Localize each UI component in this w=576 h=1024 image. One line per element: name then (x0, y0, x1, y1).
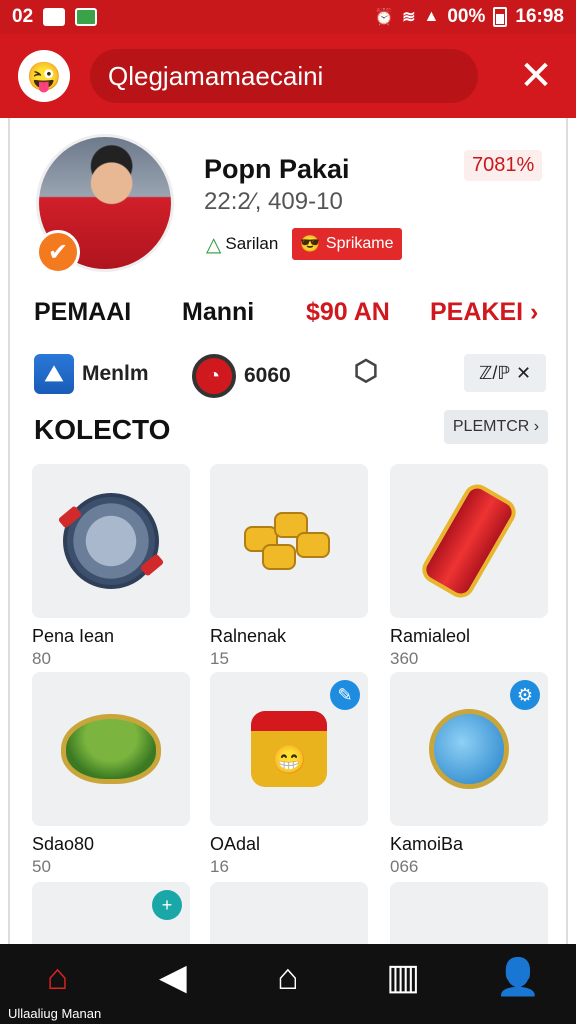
warning-triangle-icon: △ (206, 233, 222, 256)
card-name: KamoiBa (390, 834, 464, 854)
collection-card[interactable] (210, 882, 368, 944)
collection-card[interactable]: Sdao80 50 (32, 672, 190, 877)
status-left-text: 02 (12, 6, 34, 27)
card-image (32, 672, 190, 826)
cube-item[interactable]: ⬡ (350, 354, 382, 386)
edit-icon[interactable]: ✎ (330, 680, 360, 710)
card-count: 50 (32, 857, 51, 876)
cube-icon: ⬡ (353, 354, 379, 386)
collection-card[interactable]: Pena Iean 80 (32, 464, 190, 669)
dial-icon: ◔ (192, 354, 236, 398)
collection-title: KOLECTO (34, 414, 171, 445)
wifi-icon: ≋ (402, 9, 416, 26)
notification-icon (43, 8, 66, 26)
battery-percent: 00% (447, 6, 486, 27)
player-name: Popn Pakai (204, 154, 350, 184)
nav-explore[interactable]: ◀ (143, 951, 203, 1003)
alarm-icon: ⏰ (374, 9, 395, 26)
card-image (210, 464, 368, 618)
nav-shop[interactable]: ⌂ (258, 951, 318, 1003)
status-bar: 02 ⏰ ≋ ▲ 00% 16:98 (0, 0, 576, 34)
search-bar[interactable] (90, 49, 478, 103)
collection-card[interactable]: ⚙ KamoiBa 066 (390, 672, 548, 877)
card-image (390, 464, 548, 618)
nav-collection[interactable]: ▥ (373, 951, 433, 1003)
collection-card[interactable]: 😁 ✎ OAdal 16 (210, 672, 368, 877)
stat-manni[interactable]: Manni (182, 298, 254, 327)
card-count: 360 (390, 649, 419, 668)
mascot-icon: 😁 (251, 711, 327, 787)
card-name: OAdal (210, 834, 261, 854)
collection-card[interactable] (390, 882, 548, 944)
mascot-icon: 😎 (300, 236, 320, 253)
nav-profile[interactable]: 👤 (488, 951, 548, 1003)
card-image: + (32, 882, 190, 944)
add-icon[interactable]: + (152, 890, 182, 920)
close-icon: ✕ (519, 54, 553, 98)
card-image: 😁 ✎ (210, 672, 368, 826)
nav-home[interactable]: ⌂ (28, 951, 88, 1003)
card-count: 066 (390, 857, 419, 876)
action-label: ℤ/ℙ (478, 362, 510, 383)
collection-card[interactable]: Ralnenak 15 (210, 464, 368, 669)
card-image: ⚙ (390, 672, 548, 826)
see-more-button[interactable]: PLEMTCR › (444, 410, 548, 444)
verified-check-icon: ✔ (36, 230, 80, 274)
settings-icon[interactable]: ⚙ (510, 680, 540, 710)
card-image (32, 464, 190, 618)
close-button[interactable]: ✕ (514, 56, 558, 96)
stat-pemaai[interactable]: PEMAAI (34, 298, 131, 327)
search-input[interactable] (108, 60, 460, 92)
tag-red-label: Sprikame (325, 235, 394, 252)
card-name: Ralnenak (210, 626, 287, 646)
collection-card[interactable]: + (32, 882, 190, 944)
card-name: Sdao80 (32, 834, 95, 854)
user-icon: 👤 (495, 956, 541, 997)
menlm-label: Menlm (82, 362, 149, 385)
player-subtitle: 22:2⁄, 409-10 (204, 188, 343, 215)
book-icon: ▥ (386, 956, 421, 997)
scroll-icon (417, 479, 521, 603)
collection-card[interactable]: Ramialeol 360 (390, 464, 548, 669)
card-count: 15 (210, 649, 229, 668)
app-header: 😜 ✕ (0, 34, 576, 118)
dial-label: 6060 (244, 364, 291, 387)
home-icon: ⌂ (46, 956, 69, 997)
menlm-item[interactable]: ⛰ Menlm (34, 354, 149, 394)
card-count: 16 (210, 857, 229, 876)
dial-item[interactable]: ◔ 6060 (192, 354, 291, 398)
signal-icon: ▲ (423, 8, 440, 25)
card-image (210, 882, 368, 944)
nav-caption: Ullaaliug Manan (8, 1006, 102, 1021)
percent-badge: 7081% (464, 150, 543, 181)
tag-green-label: Sarilan (225, 234, 279, 253)
shield-icon (63, 493, 159, 589)
card-name: Ramialeol (390, 626, 471, 646)
card-count: 80 (32, 649, 51, 668)
mountain-icon: ⛰ (34, 354, 74, 394)
bowl-icon (61, 714, 161, 784)
close-small-icon: ✕ (515, 362, 532, 383)
battery-icon (493, 7, 508, 27)
card-name: Pena Iean (32, 626, 115, 646)
globe-icon (429, 709, 509, 789)
profile-content: ✔ Popn Pakai 22:2⁄, 409-10 7081% △ Saril… (8, 118, 568, 944)
send-icon: ◀ (158, 956, 187, 997)
gold-nuggets-icon (234, 506, 344, 576)
share-action-button[interactable]: ℤ/ℙ ✕ (464, 354, 546, 392)
tag-green[interactable]: △ Sarilan (206, 228, 278, 260)
app-logo-icon[interactable]: 😜 (18, 50, 70, 102)
card-image (390, 882, 548, 944)
house-outline-icon: ⌂ (277, 956, 299, 997)
app-notification-icon (75, 8, 98, 26)
status-time: 16:98 (515, 6, 564, 27)
stat-value[interactable]: $90 AN (306, 298, 390, 327)
stat-peakei-link[interactable]: PEAKEI › (430, 298, 538, 327)
tag-red[interactable]: 😎 Sprikame (292, 228, 402, 260)
